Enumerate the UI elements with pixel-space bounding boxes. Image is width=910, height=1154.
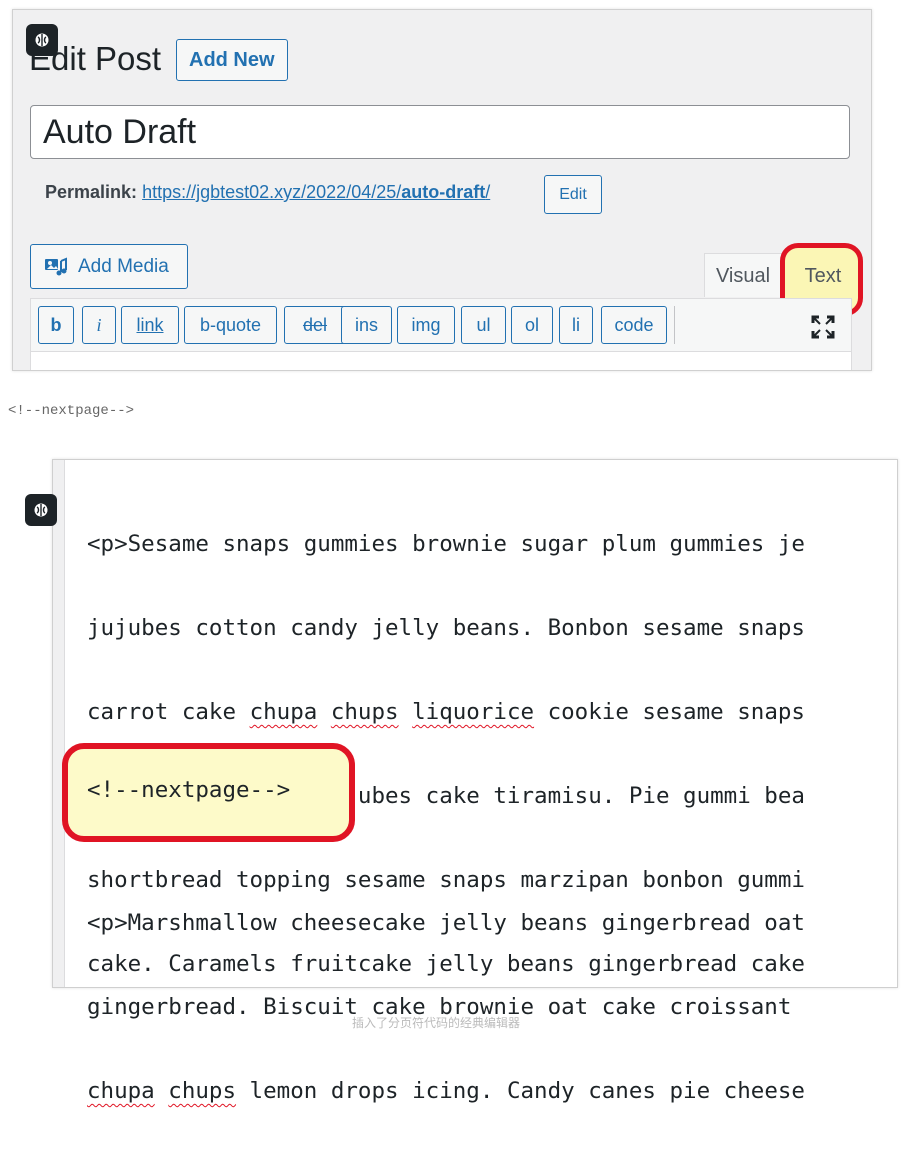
editor-screenshot: Edit Post Add New Auto Draft Permalink: … xyxy=(12,9,872,371)
editor-content-area[interactable] xyxy=(30,352,852,370)
quicktag-i-button[interactable]: i xyxy=(82,306,116,344)
permalink-row: Permalink: https://jgbtest02.xyz/2022/04… xyxy=(45,182,490,203)
nextpage-tag: <!--nextpage--> xyxy=(87,777,291,803)
toolbar-divider xyxy=(674,306,675,344)
quicktag-ins-button[interactable]: ins xyxy=(341,306,392,344)
quicktag-b-button[interactable]: b xyxy=(38,306,74,344)
code-line: <p>Sesame snaps gummies brownie sugar pl… xyxy=(87,531,805,557)
quicktag-link-button[interactable]: link xyxy=(121,306,179,344)
code-line: carrot cake chupa chups liquorice cookie… xyxy=(87,699,805,725)
brain-badge-icon[interactable] xyxy=(25,494,57,526)
quicktag-li-button[interactable]: li xyxy=(559,306,593,344)
quicktag-img-button[interactable]: img xyxy=(397,306,455,344)
fullscreen-icon[interactable] xyxy=(810,314,836,340)
permalink-label: Permalink: xyxy=(45,182,138,202)
permalink-edit-button[interactable]: Edit xyxy=(544,175,602,214)
permalink-link[interactable]: https://jgbtest02.xyz/2022/04/25/auto-dr… xyxy=(142,182,490,202)
add-media-label: Add Media xyxy=(78,255,169,277)
add-media-button[interactable]: Add Media xyxy=(30,244,188,289)
code-line: chupa chups lemon drops icing. Candy can… xyxy=(87,1078,805,1104)
quicktag-code-button[interactable]: code xyxy=(601,306,667,344)
quicktag-del-button[interactable]: del xyxy=(284,306,346,344)
post-title-input[interactable]: Auto Draft xyxy=(30,105,850,159)
quicktag-bquote-button[interactable]: b-quote xyxy=(184,306,277,344)
media-icon xyxy=(45,257,67,275)
tab-text[interactable]: Text xyxy=(788,253,858,297)
code-line: <p>Marshmallow cheesecake jelly beans gi… xyxy=(87,910,805,936)
quicktag-ol-button[interactable]: ol xyxy=(511,306,553,344)
brain-badge-icon[interactable] xyxy=(26,24,58,56)
nextpage-caption: <!--nextpage--> xyxy=(8,403,135,419)
figure-caption: 插入了分页符代码的经典编辑器 xyxy=(352,1016,521,1030)
tab-visual[interactable]: Visual xyxy=(704,253,782,297)
add-new-button[interactable]: Add New xyxy=(176,39,288,81)
quicktag-ul-button[interactable]: ul xyxy=(461,306,506,344)
code-block-after: <p>Marshmallow cheesecake jelly beans gi… xyxy=(87,860,805,1154)
code-line: jujubes cotton candy jelly beans. Bonbon… xyxy=(87,615,805,641)
editor-gutter xyxy=(53,460,65,987)
